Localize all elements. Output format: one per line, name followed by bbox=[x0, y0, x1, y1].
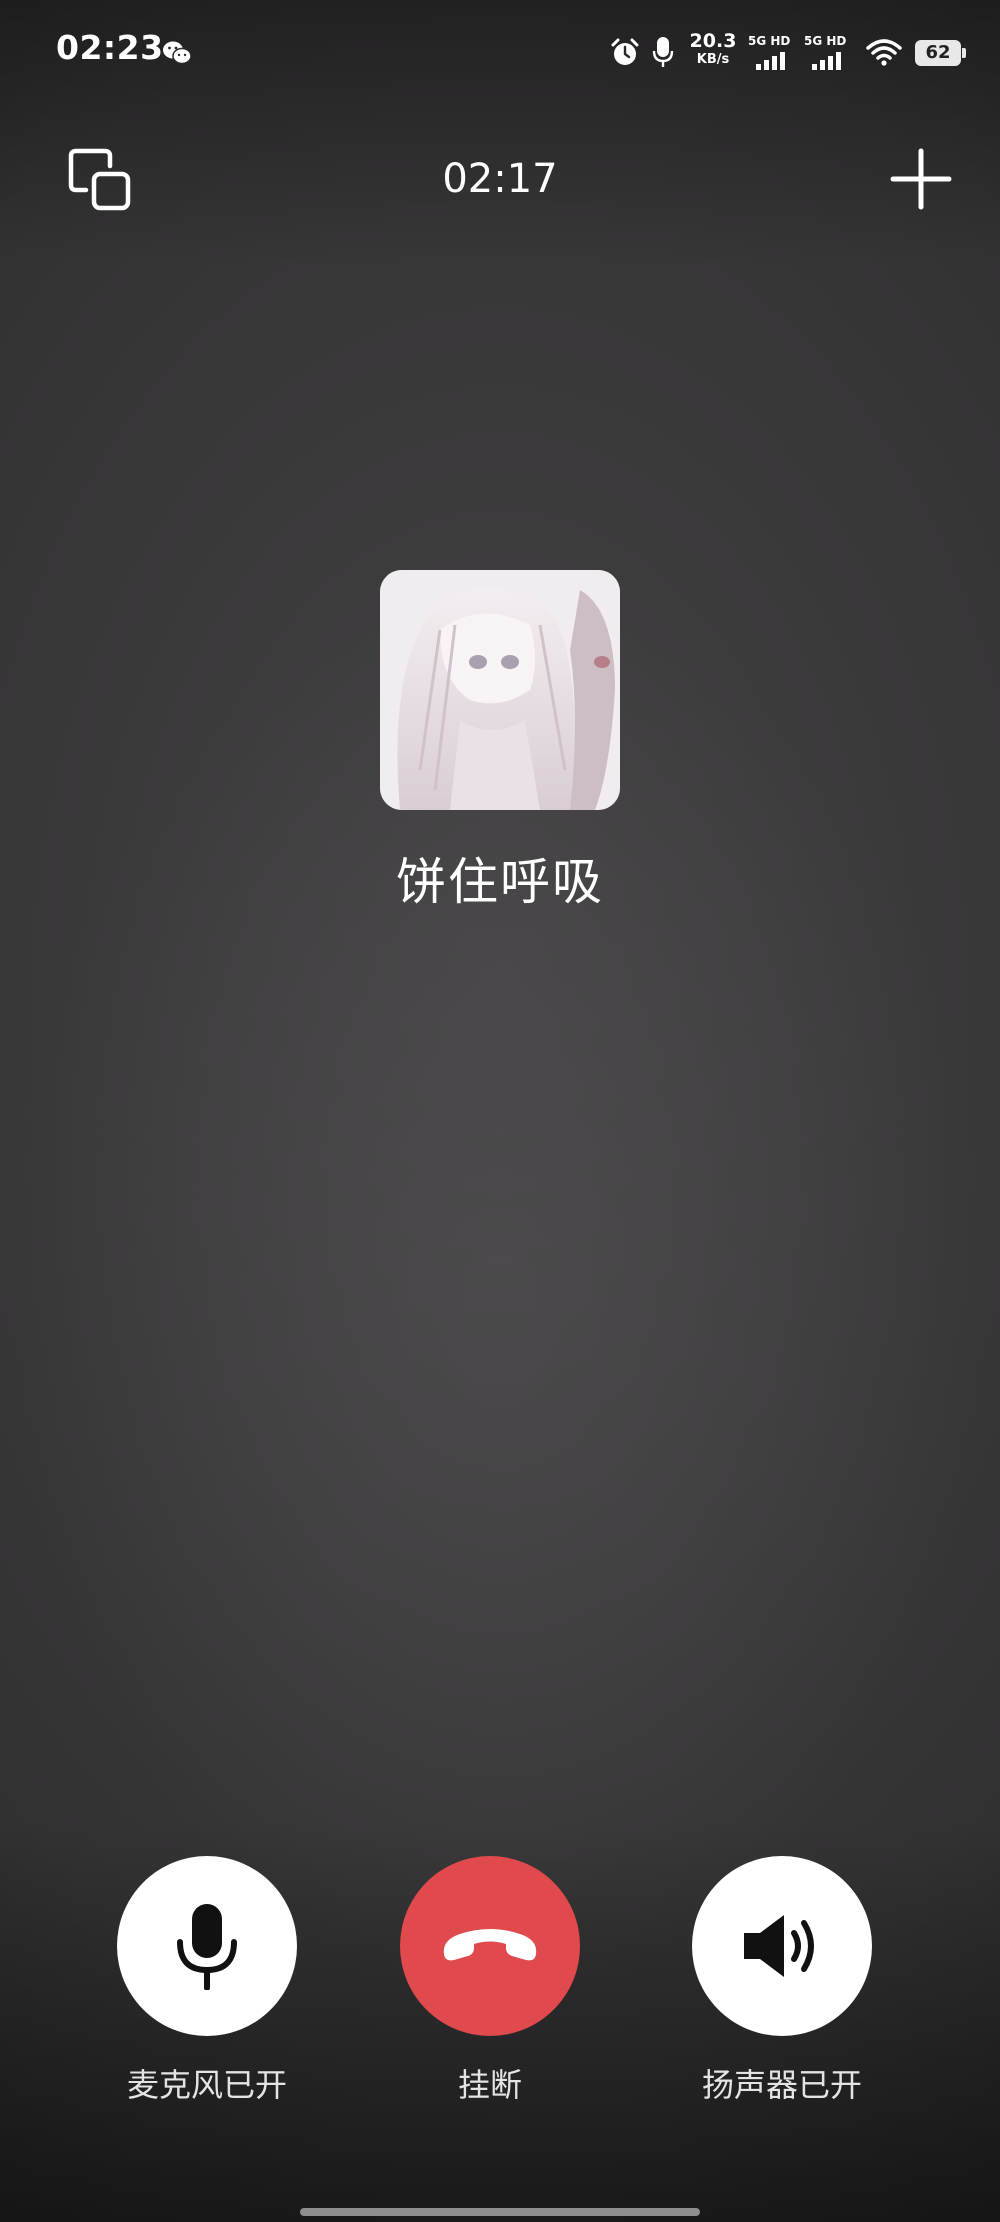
sim2-label: 5G HD bbox=[804, 34, 847, 48]
plus-icon[interactable] bbox=[890, 148, 952, 210]
signal-icon: 5G HD bbox=[748, 34, 798, 70]
microphone-button[interactable] bbox=[117, 1856, 297, 2036]
sim1-label: 5G HD bbox=[748, 34, 791, 48]
hangup-label: 挂断 bbox=[457, 2066, 522, 2104]
microphone-toggle[interactable]: 麦克风已开 bbox=[117, 1856, 297, 2106]
signal-icon: 5G HD bbox=[804, 34, 854, 70]
microphone-label: 麦克风已开 bbox=[126, 2066, 287, 2104]
home-indicator[interactable] bbox=[300, 2208, 700, 2216]
network-speed-value: 20.3 bbox=[689, 30, 737, 52]
hangup-phone-icon bbox=[443, 1929, 537, 1961]
call-duration: 02:17 bbox=[442, 156, 558, 202]
network-speed: 20.3 KB/s bbox=[684, 30, 742, 67]
status-bar: 02:23 20.3 KB/s 5G HD 5G HD 62 bbox=[0, 0, 1000, 100]
status-indicators: 20.3 KB/s 5G HD 5G HD 62 bbox=[580, 0, 1000, 100]
contact-name: 饼住呼吸 bbox=[396, 853, 604, 911]
speaker-toggle[interactable]: 扬声器已开 bbox=[692, 1856, 872, 2106]
network-speed-unit: KB/s bbox=[696, 52, 730, 67]
wifi-icon bbox=[866, 39, 902, 66]
speaker-icon bbox=[744, 1915, 814, 1977]
speaker-button[interactable] bbox=[692, 1856, 872, 2036]
microphone-icon bbox=[177, 1904, 237, 1990]
alarm-icon bbox=[611, 38, 639, 65]
microphone-icon bbox=[652, 37, 674, 67]
battery-level: 62 bbox=[915, 40, 961, 66]
hangup-button[interactable] bbox=[400, 1856, 580, 2036]
wechat-icon bbox=[163, 41, 192, 65]
battery-icon: 62 bbox=[915, 40, 967, 66]
status-time: 02:23 bbox=[56, 28, 164, 67]
speaker-label: 扬声器已开 bbox=[701, 2066, 862, 2104]
hangup-control[interactable]: 挂断 bbox=[400, 1856, 580, 2106]
avatar bbox=[380, 570, 620, 810]
